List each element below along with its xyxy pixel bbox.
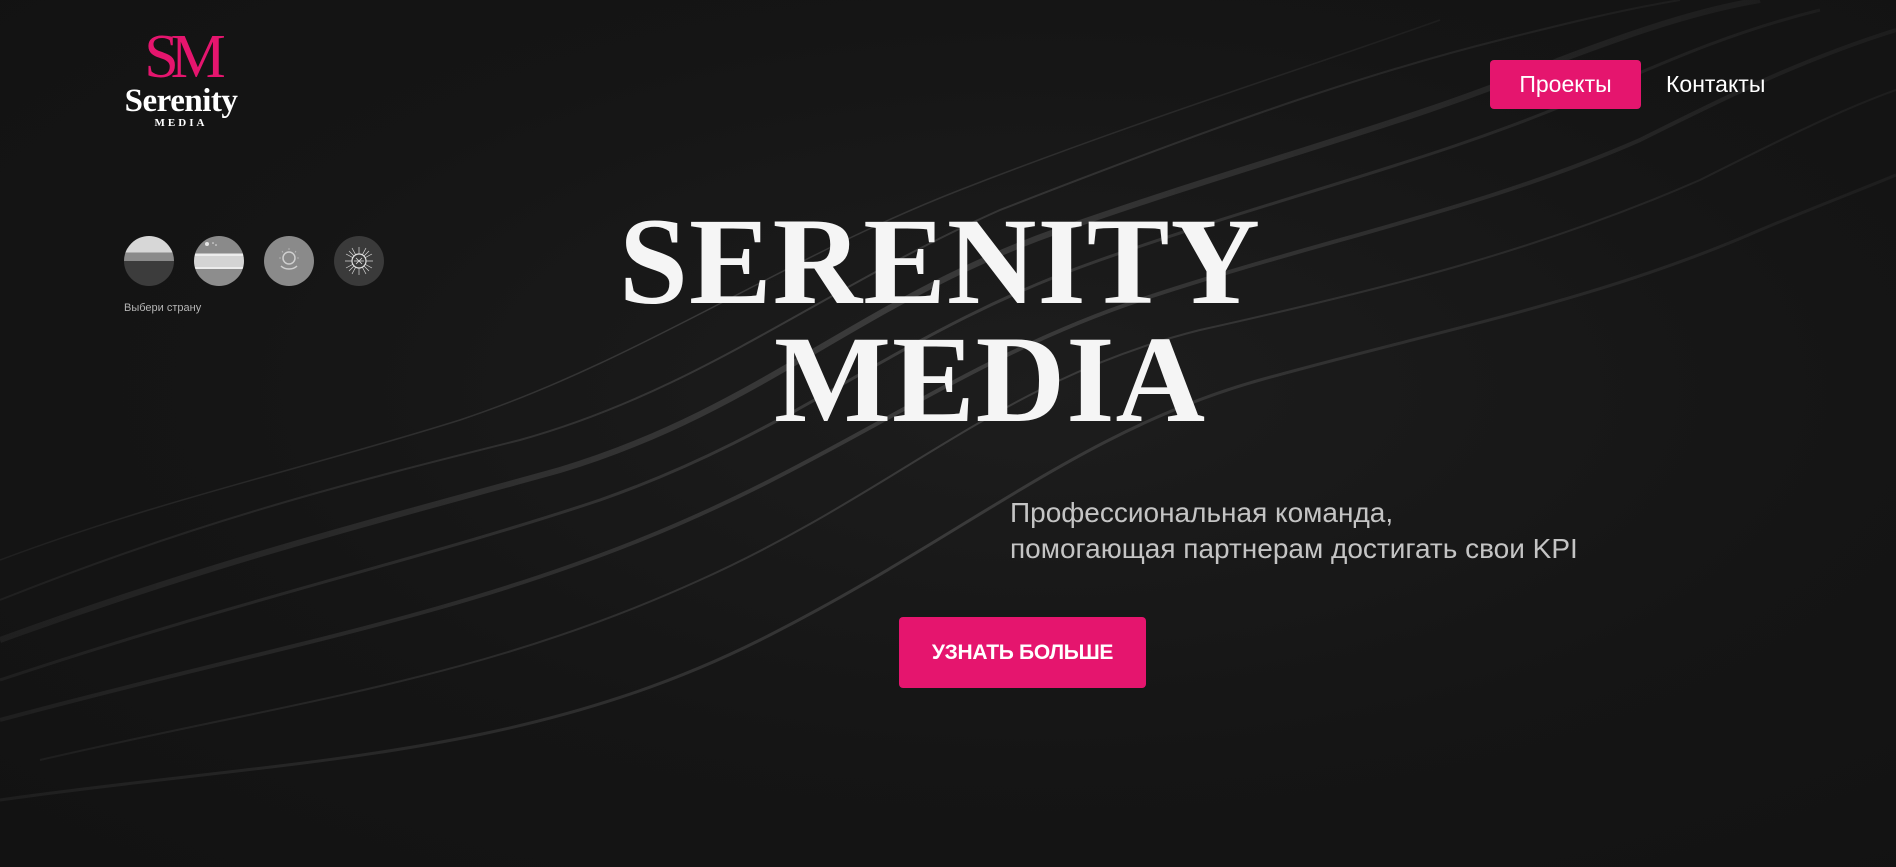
hero-subtitle-line-1: Профессиональная команда, xyxy=(1010,497,1394,528)
kazakhstan-sun-icon xyxy=(279,248,299,270)
uzbekistan-emblem-icon xyxy=(205,242,217,246)
kazakhstan-flag-icon[interactable] xyxy=(264,236,314,286)
logo-wordmark: Serenity xyxy=(124,83,238,119)
logo-monogram: SM xyxy=(144,23,226,91)
russia-flag-icon[interactable] xyxy=(124,236,174,286)
hero-subtitle: Профессиональная команда, помогающая пар… xyxy=(1010,495,1578,567)
hero-title-line-2: MEDIA xyxy=(773,311,1207,448)
main-nav: Проекты Контакты xyxy=(1490,60,1765,109)
hero-title: SERENITY MEDIA xyxy=(520,200,1390,448)
kyrgyzstan-flag-icon[interactable] xyxy=(334,236,384,286)
brand-logo[interactable]: SM Serenity MEDIA xyxy=(120,23,242,140)
uzbekistan-flag-icon[interactable] xyxy=(194,236,244,286)
hero-title-line-1: SERENITY xyxy=(619,193,1261,330)
learn-more-button[interactable]: УЗНАТЬ БОЛЬШЕ xyxy=(899,617,1146,688)
nav-projects-button[interactable]: Проекты xyxy=(1490,60,1641,109)
country-selector xyxy=(124,236,384,286)
kyrgyzstan-sun-icon xyxy=(345,247,373,275)
country-selector-label: Выбери страну xyxy=(124,302,202,314)
hero-section: SM Serenity MEDIA Проекты Контакты Выбер… xyxy=(0,0,1896,867)
nav-contacts-link[interactable]: Контакты xyxy=(1641,60,1765,109)
hero-subtitle-line-2: помогающая партнерам достигать свои KPI xyxy=(1010,533,1578,564)
